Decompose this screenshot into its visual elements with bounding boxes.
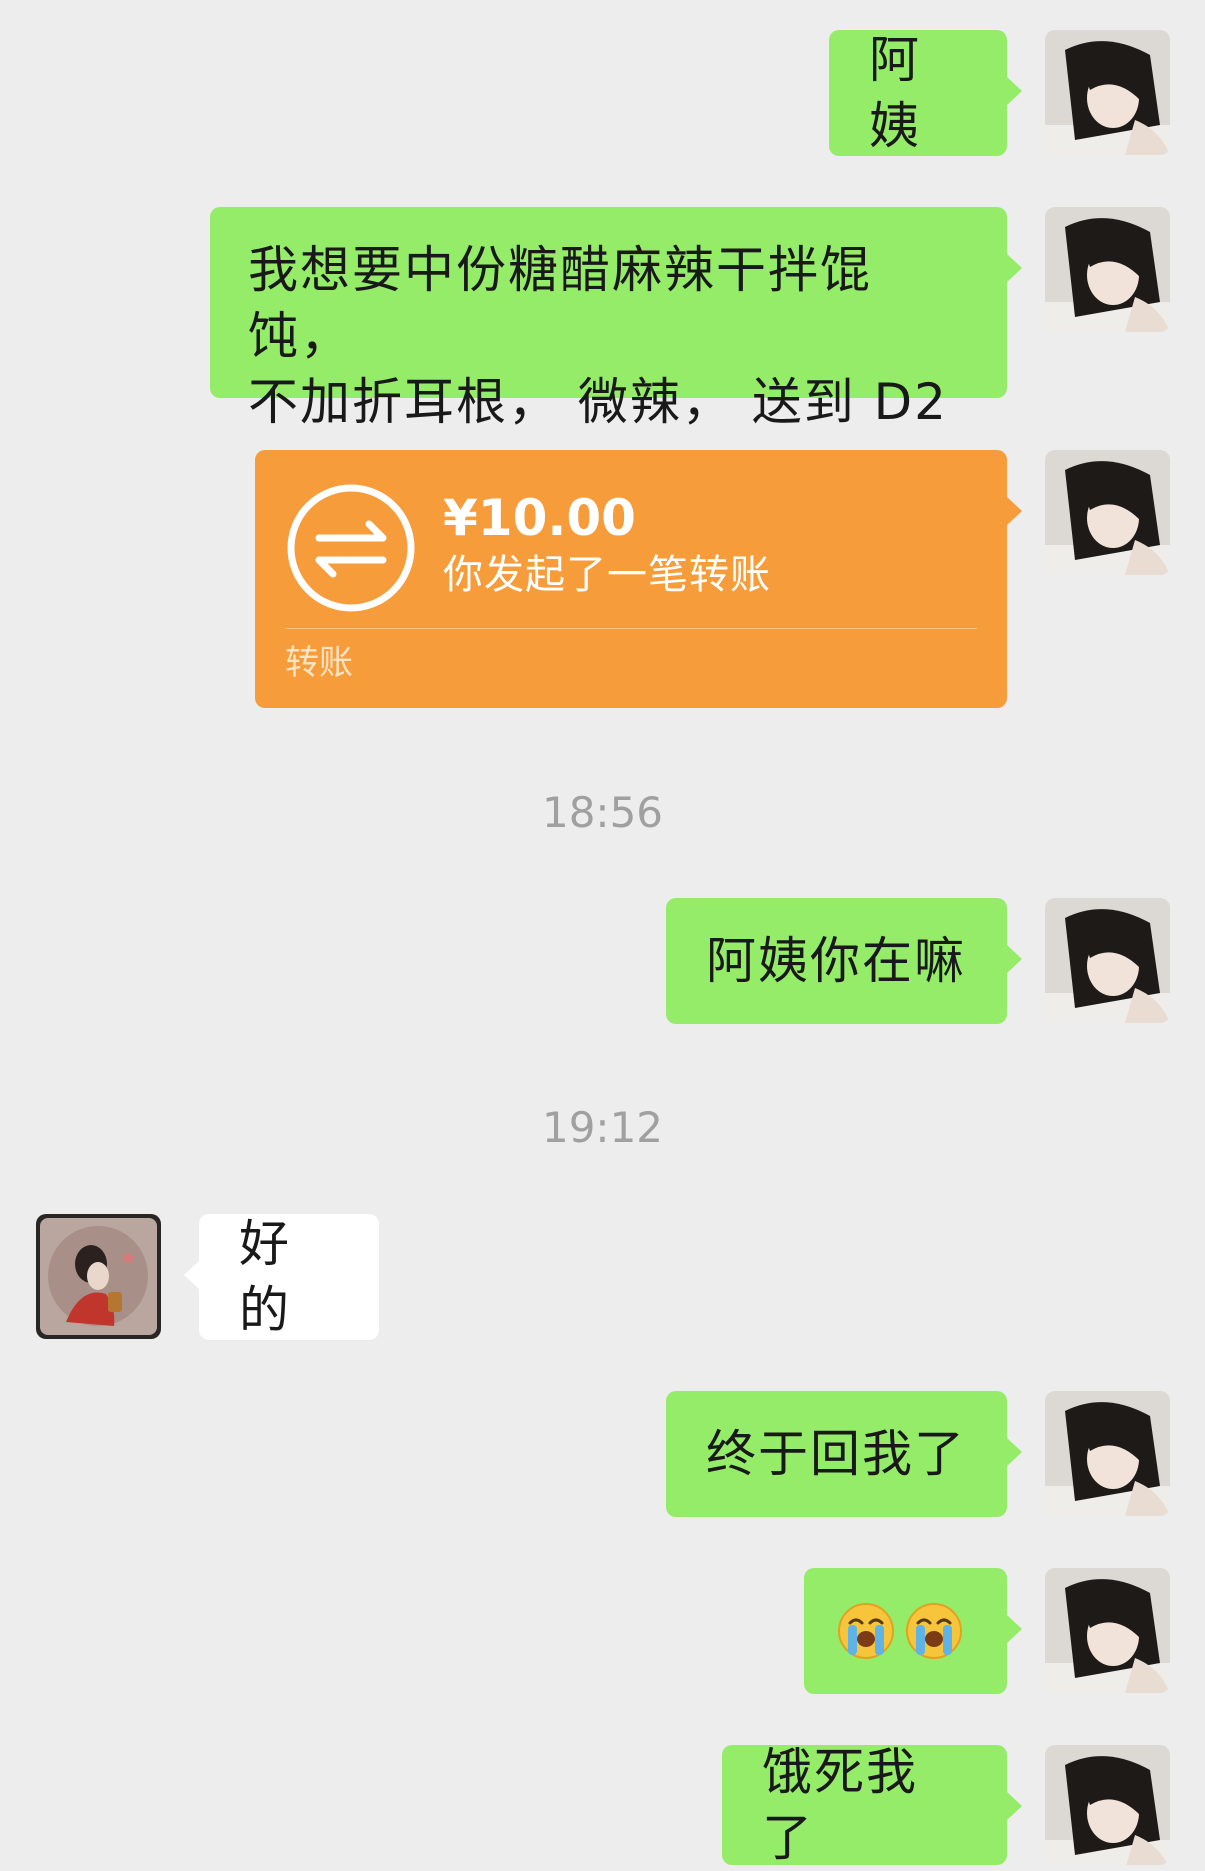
message-bubble-outgoing[interactable]: 阿姨你在嘛 bbox=[666, 898, 1022, 1024]
user-photo-icon bbox=[1045, 450, 1170, 575]
loudly-crying-face-icon bbox=[836, 1601, 896, 1661]
divider bbox=[285, 628, 977, 629]
transfer-amount: ¥10.00 bbox=[443, 489, 636, 547]
message-text: 不加折耳根， 微辣， 送到 D2 bbox=[248, 373, 948, 431]
my-avatar[interactable] bbox=[1045, 1391, 1170, 1516]
message-bubble-outgoing[interactable] bbox=[804, 1568, 1022, 1694]
user-photo-icon bbox=[1045, 1568, 1170, 1693]
transfer-card[interactable]: ¥10.00 你发起了一笔转账 转账 bbox=[255, 450, 1022, 708]
transfer-description: 你发起了一笔转账 bbox=[443, 552, 771, 598]
message-bubble-outgoing[interactable]: 我想要中份糖醋麻辣干拌馄饨， 不加折耳根， 微辣， 送到 D2 bbox=[210, 207, 1022, 431]
user-photo-icon bbox=[1045, 1391, 1170, 1516]
transfer-label: 转账 bbox=[285, 643, 353, 683]
message-bubble-outgoing[interactable]: 终于回我了 bbox=[666, 1391, 1022, 1517]
message-text: 我想要中份糖醋麻辣干拌馄饨， bbox=[248, 241, 872, 365]
timestamp: 18:56 bbox=[541, 788, 664, 837]
timestamp: 19:12 bbox=[541, 1103, 664, 1152]
user-photo-icon bbox=[1045, 898, 1170, 1023]
loudly-crying-face-icon bbox=[904, 1601, 964, 1661]
contact-photo-icon bbox=[36, 1214, 161, 1339]
message-text: 饿死我了 bbox=[762, 1743, 918, 1867]
contact-avatar[interactable] bbox=[36, 1214, 161, 1339]
user-photo-icon bbox=[1045, 1745, 1170, 1865]
my-avatar[interactable] bbox=[1045, 1745, 1170, 1865]
message-bubble-incoming[interactable]: 好的 bbox=[184, 1214, 379, 1340]
message-text: 阿姨你在嘛 bbox=[706, 932, 966, 990]
transfer-arrows-icon bbox=[287, 484, 415, 612]
my-avatar[interactable] bbox=[1045, 207, 1170, 332]
message-text: 阿姨 bbox=[869, 31, 921, 155]
my-avatar[interactable] bbox=[1045, 30, 1170, 155]
user-photo-icon bbox=[1045, 207, 1170, 332]
my-avatar[interactable] bbox=[1045, 1568, 1170, 1693]
user-photo-icon bbox=[1045, 30, 1170, 155]
message-text: 终于回我了 bbox=[706, 1425, 966, 1483]
message-bubble-outgoing[interactable]: 阿姨 bbox=[829, 30, 1022, 156]
chat-window: 阿姨 我想要中份糖醋麻辣干拌馄饨， 不加折耳根， 微辣， 送到 D2 ¥10.0… bbox=[0, 0, 1205, 1870]
message-text: 好的 bbox=[239, 1215, 291, 1339]
my-avatar[interactable] bbox=[1045, 450, 1170, 575]
message-bubble-outgoing[interactable]: 饿死我了 bbox=[722, 1743, 1022, 1867]
my-avatar[interactable] bbox=[1045, 898, 1170, 1023]
